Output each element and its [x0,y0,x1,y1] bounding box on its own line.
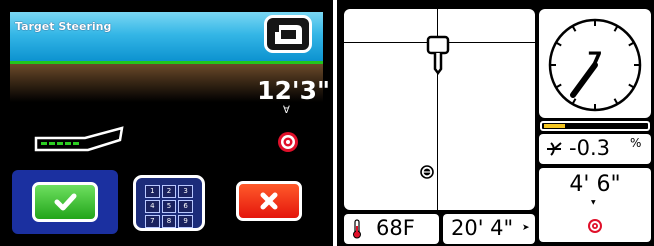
target-icon [278,132,298,152]
plan-view-panel [344,9,535,210]
checkmark-icon [54,193,77,211]
pitch-unit: % [630,136,642,150]
pitch-panel: -0.3 % [539,134,651,164]
down-arrow-icon: ∀ [283,105,290,116]
drill-head-top-icon [426,35,450,75]
temperature-value: 68F [376,216,415,240]
roll-gauge-panel: 7 [539,9,651,118]
thermometer-icon [353,219,361,239]
keypad-key: 7 [145,215,160,228]
depth-value: 4' 6" [569,172,621,197]
receiver-icon[interactable] [264,15,312,53]
keypad-key: 6 [178,200,193,213]
keypad-key: 1 [145,185,160,198]
keypad-icon: 1 2 3 4 5 6 7 8 9 [145,185,193,228]
keypad-key: 9 [178,215,193,228]
distance-value: 20' 4" [451,216,514,240]
keypad-key: 5 [161,200,177,213]
cancel-button[interactable] [236,181,302,221]
temperature-panel: 68F [344,214,439,244]
roll-value: 7 [587,49,603,74]
depth-arrow-icon: ▼ [591,199,596,206]
confirm-button-highlight [12,170,118,234]
x-icon [260,192,278,210]
pitch-icon [547,142,562,156]
target-icon [588,219,602,233]
keypad-key: 3 [178,185,193,198]
battery-bar [540,121,650,131]
target-depth-value: 12'3" [257,76,330,105]
confirm-button[interactable] [32,182,98,222]
battery-level [544,124,565,128]
locator-icon [420,165,434,179]
keypad-key: 4 [145,200,160,213]
drill-head-icon [34,126,124,152]
keypad-key: 8 [161,215,177,228]
target-steering-screen: Target Steering 12'3" ∀ 1 2 3 4 5 6 7 8 … [0,0,333,246]
distance-panel: 20' 4" ➤ [443,214,535,244]
pitch-value: -0.3 [569,136,610,160]
keypad-key: 2 [161,185,177,198]
screen-title: Target Steering [15,20,112,33]
locate-screen: 7 -0.3 % 4' 6" ▼ 68F 20' 4" ➤ [337,0,654,246]
keypad-button[interactable]: 1 2 3 4 5 6 7 8 9 [133,175,205,231]
depth-panel: 4' 6" ▼ [539,168,651,242]
distance-arrow-icon: ➤ [522,223,530,233]
